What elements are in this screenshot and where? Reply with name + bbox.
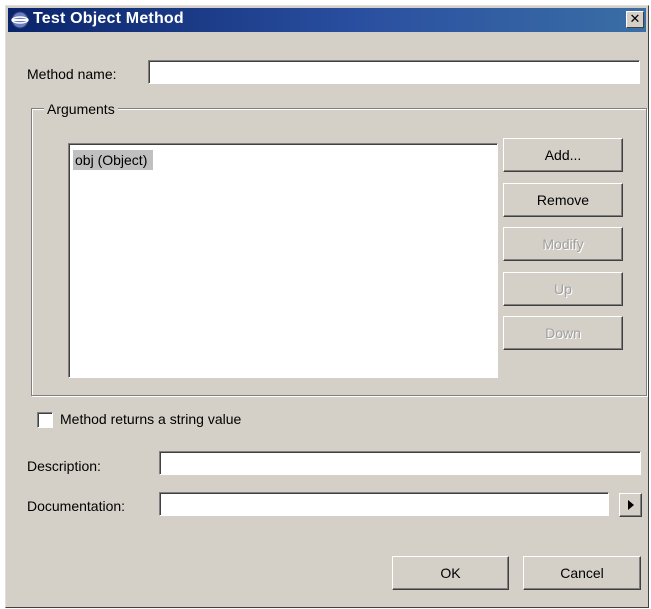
- up-button[interactable]: Up: [503, 272, 623, 306]
- close-icon: ✕: [629, 11, 641, 26]
- remove-button[interactable]: Remove: [503, 183, 623, 217]
- returns-string-label[interactable]: Method returns a string value: [60, 411, 241, 427]
- description-label: Description:: [27, 458, 101, 474]
- list-item[interactable]: obj (Object): [73, 150, 154, 170]
- method-name-label: Method name:: [27, 66, 117, 82]
- close-button[interactable]: ✕: [626, 11, 644, 28]
- ok-button[interactable]: OK: [392, 556, 509, 590]
- cancel-button[interactable]: Cancel: [523, 556, 641, 590]
- modify-button[interactable]: Modify: [503, 227, 623, 261]
- dialog-window: Test Object Method ✕ Method name: Argume…: [5, 5, 649, 608]
- arrow-right-icon: [628, 500, 634, 510]
- app-icon: [11, 11, 29, 29]
- documentation-arrow-button[interactable]: [619, 493, 642, 517]
- add-button[interactable]: Add...: [503, 138, 623, 172]
- arguments-group-label: Arguments: [44, 101, 118, 117]
- documentation-input[interactable]: [159, 492, 609, 516]
- documentation-label: Documentation:: [27, 498, 126, 514]
- title-bar[interactable]: Test Object Method ✕: [8, 8, 646, 32]
- window-title: Test Object Method: [33, 10, 184, 27]
- description-input[interactable]: [159, 451, 641, 475]
- down-button[interactable]: Down: [503, 316, 623, 350]
- method-name-input[interactable]: [148, 60, 640, 84]
- returns-string-checkbox[interactable]: [37, 412, 53, 428]
- arguments-list[interactable]: obj (Object): [68, 143, 498, 378]
